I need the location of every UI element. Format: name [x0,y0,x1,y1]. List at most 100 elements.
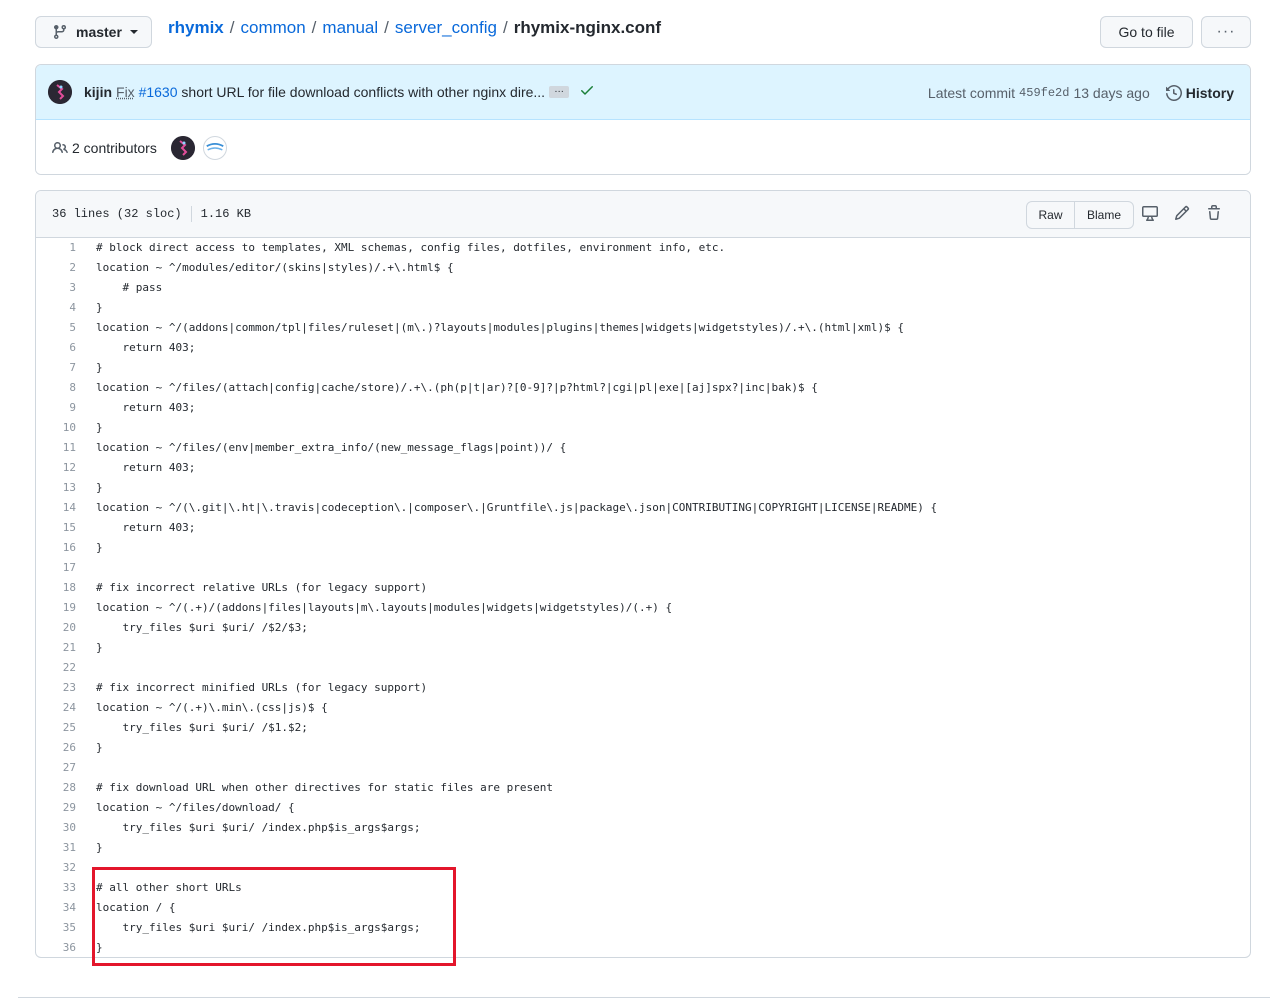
code-line: 15 return 403; [36,518,1250,538]
line-number[interactable]: 32 [36,858,76,878]
breadcrumb-repo-link[interactable]: rhymix [168,18,224,38]
line-number[interactable]: 28 [36,778,76,798]
code-line: 28 # fix download URL when other directiv… [36,778,1250,798]
line-number[interactable]: 27 [36,758,76,778]
line-number[interactable]: 23 [36,678,76,698]
blame-button[interactable]: Blame [1075,202,1133,228]
line-number[interactable]: 2 [36,258,76,278]
breadcrumb-link-server-config[interactable]: server_config [395,18,497,38]
line-number[interactable]: 20 [36,618,76,638]
code-line: 12 return 403; [36,458,1250,478]
line-number[interactable]: 29 [36,798,76,818]
code-text: } [96,741,103,754]
code-line: 26} [36,738,1250,758]
code-line: 24 location ~ ^/(.+)\.min\.(css|js)$ { [36,698,1250,718]
chevron-down-icon [129,30,138,34]
line-number[interactable]: 13 [36,478,76,498]
avatar[interactable] [48,80,72,104]
code-line: 34 location / { [36,898,1250,918]
line-number[interactable]: 21 [36,638,76,658]
code-text: } [96,541,103,554]
code-line: 6 return 403; [36,338,1250,358]
expand-commit-message-button[interactable]: … [549,85,570,98]
breadcrumb-link-manual[interactable]: manual [322,18,378,38]
line-number[interactable]: 31 [36,838,76,858]
code-line: 19 location ~ ^/(.+)/(addons|files|layout… [36,598,1250,618]
code-line: 5 location ~ ^/(addons|common/tpl|files/r… [36,318,1250,338]
line-number[interactable]: 26 [36,738,76,758]
breadcrumb: rhymix / common / manual / server_config… [168,18,661,38]
breadcrumb-separator: / [384,18,389,37]
file-actions [1142,205,1222,221]
line-number[interactable]: 15 [36,518,76,538]
code-line: 14 location ~ ^/(\.git|\.ht|\.travis|code… [36,498,1250,518]
history-link[interactable]: History [1165,84,1234,101]
code-text: return 403; [96,401,196,414]
line-number[interactable]: 4 [36,298,76,318]
code-line: 31} [36,838,1250,858]
code-line: 27 [36,758,1250,778]
line-number[interactable]: 16 [36,538,76,558]
line-number[interactable]: 30 [36,818,76,838]
line-number[interactable]: 7 [36,358,76,378]
file-header: 36 lines (32 sloc) 1.16 KB Raw Blame [36,191,1250,238]
line-number[interactable]: 12 [36,458,76,478]
line-number[interactable]: 25 [36,718,76,738]
breadcrumb-link-common[interactable]: common [240,18,305,38]
line-number[interactable]: 14 [36,498,76,518]
line-number[interactable]: 9 [36,398,76,418]
line-number[interactable]: 6 [36,338,76,358]
code-text: } [96,481,103,494]
issue-link[interactable]: #1630 [139,84,178,100]
line-number[interactable]: 22 [36,658,76,678]
commit-message-link[interactable]: Fix [116,84,135,100]
line-number[interactable]: 35 [36,918,76,938]
file-view-button-group: Raw Blame [1026,201,1134,229]
pencil-icon[interactable] [1174,205,1190,221]
line-number[interactable]: 19 [36,598,76,618]
contributors-count[interactable]: 2 contributors [72,140,157,156]
line-number[interactable]: 3 [36,278,76,298]
history-label: History [1185,84,1234,101]
user-avatar-icon [48,80,72,104]
line-number[interactable]: 34 [36,898,76,918]
code-line: 33 # all other short URLs [36,878,1250,898]
commit-author-link[interactable]: kijin [84,84,112,100]
code-text: location ~ ^/files/download/ { [96,801,295,814]
code-text: try_files $uri $uri/ /index.php$is_args$… [96,921,421,934]
line-number[interactable]: 1 [36,238,76,258]
code-line: 7} [36,358,1250,378]
code-text: location ~ ^/(.+)\.min\.(css|js)$ { [96,701,328,714]
trash-icon[interactable] [1206,205,1222,221]
more-options-button[interactable]: ··· [1201,16,1251,48]
commit-message-text[interactable]: short URL for file download conflicts wi… [181,84,545,100]
breadcrumb-separator: / [311,18,317,37]
code-text: # block direct access to templates, XML … [96,241,726,254]
branch-select-button[interactable]: master [35,16,152,48]
code-text: location ~ ^/files/(env|member_extra_inf… [96,441,567,454]
line-number[interactable]: 8 [36,378,76,398]
line-number[interactable]: 5 [36,318,76,338]
raw-button[interactable]: Raw [1027,202,1075,228]
line-number[interactable]: 33 [36,878,76,898]
line-number[interactable]: 11 [36,438,76,458]
history-icon [1165,84,1182,101]
people-icon [52,140,68,156]
code-line: 29 location ~ ^/files/download/ { [36,798,1250,818]
line-number[interactable]: 24 [36,698,76,718]
commit-sha-link[interactable]: 459fe2d [1019,86,1069,100]
line-number[interactable]: 17 [36,558,76,578]
check-icon[interactable] [579,82,595,102]
go-to-file-button[interactable]: Go to file [1100,16,1193,48]
code-line: 9 return 403; [36,398,1250,418]
line-number[interactable]: 10 [36,418,76,438]
git-branch-icon [52,24,68,40]
line-number[interactable]: 36 [36,938,76,957]
avatar[interactable] [202,135,227,160]
desktop-icon[interactable] [1142,205,1158,221]
avatar[interactable] [170,135,195,160]
line-number[interactable]: 18 [36,578,76,598]
